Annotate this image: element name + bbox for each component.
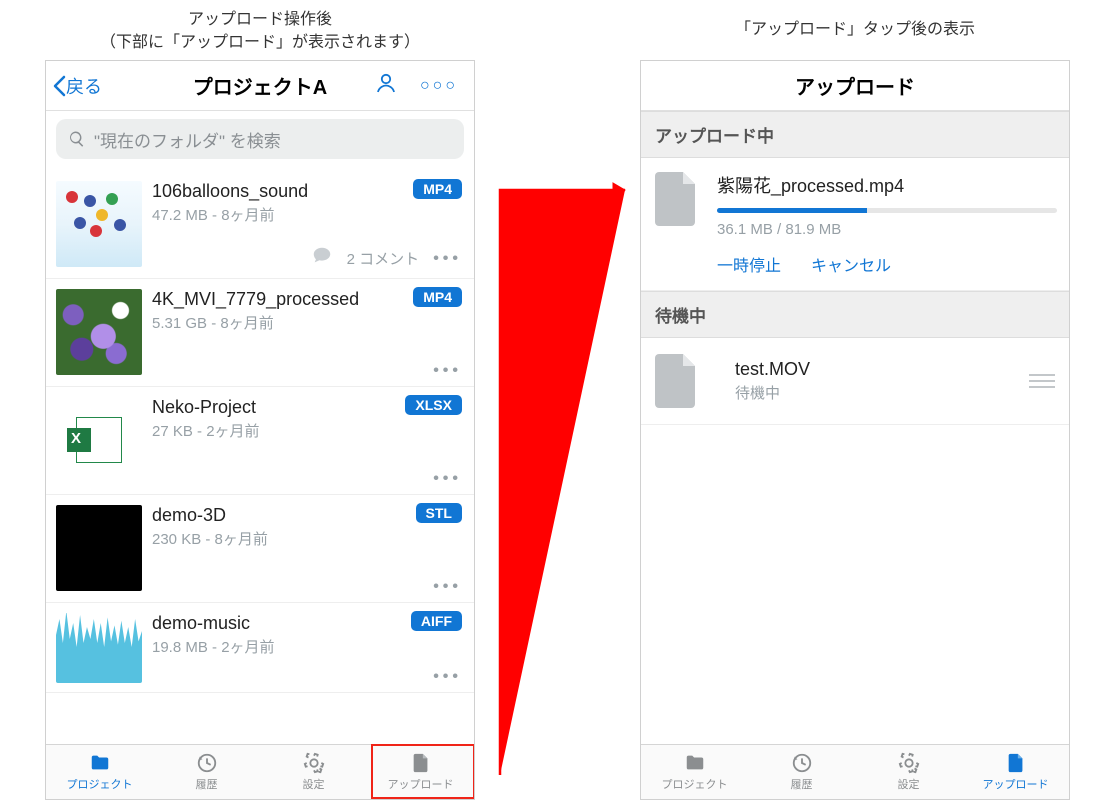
upload-file-name: 紫陽花_processed.mp4 <box>717 172 1057 198</box>
list-item[interactable]: 106balloons_sound 47.2 MB - 8ヶ月前 MP4 2 コ… <box>46 171 474 279</box>
caption-left-2: （下部に「アップロード」が表示されます） <box>45 28 475 52</box>
comment-count: 2 コメント <box>347 248 420 269</box>
arrow-icon <box>475 130 645 810</box>
tab-projects[interactable]: プロジェクト <box>46 745 153 799</box>
list-item[interactable]: 4K_MVI_7779_processed 5.31 GB - 8ヶ月前 MP4… <box>46 279 474 387</box>
pause-button[interactable]: 一時停止 <box>717 252 781 276</box>
file-badge: STL <box>416 503 462 523</box>
tab-settings[interactable]: 設定 <box>260 745 367 799</box>
waiting-status: 待機中 <box>735 382 810 403</box>
search-placeholder: "現在のフォルダ" を検索 <box>94 127 281 152</box>
waiting-file-name: test.MOV <box>735 359 810 380</box>
tab-bar: プロジェクト 履歴 設定 アップロード <box>641 744 1069 799</box>
tab-projects[interactable]: プロジェクト <box>641 745 748 799</box>
progress-fill <box>717 208 867 213</box>
history-icon <box>789 752 815 774</box>
row-more-icon[interactable]: ••• <box>433 578 462 596</box>
file-meta: 230 KB - 8ヶ月前 <box>152 528 462 549</box>
tab-history[interactable]: 履歴 <box>153 745 260 799</box>
gear-icon <box>301 752 327 774</box>
file-list: 106balloons_sound 47.2 MB - 8ヶ月前 MP4 2 コ… <box>46 171 474 693</box>
tab-history[interactable]: 履歴 <box>748 745 855 799</box>
thumbnail <box>56 397 142 483</box>
file-meta: 5.31 GB - 8ヶ月前 <box>152 312 462 333</box>
thumbnail <box>56 181 142 267</box>
phone-right: アップロード アップロード中 紫陽花_processed.mp4 36.1 MB… <box>640 60 1070 800</box>
thumbnail <box>56 289 142 375</box>
file-badge: AIFF <box>411 611 462 631</box>
drag-handle-icon[interactable] <box>1029 370 1055 392</box>
file-icon <box>655 354 699 408</box>
tab-settings[interactable]: 設定 <box>855 745 962 799</box>
back-button[interactable]: 戻る <box>52 73 102 99</box>
back-label: 戻る <box>66 73 102 99</box>
file-badge: XLSX <box>405 395 462 415</box>
waiting-row[interactable]: test.MOV 待機中 <box>641 338 1069 425</box>
file-icon <box>408 752 434 774</box>
navbar: アップロード <box>641 61 1069 111</box>
file-meta: 47.2 MB - 8ヶ月前 <box>152 204 462 225</box>
user-icon[interactable] <box>374 71 398 100</box>
row-more-icon[interactable]: ••• <box>433 470 462 488</box>
upload-size: 36.1 MB / 81.9 MB <box>717 221 1057 238</box>
more-icon[interactable]: ○○○ <box>420 77 458 95</box>
row-more-icon[interactable]: ••• <box>433 668 462 686</box>
list-item[interactable]: demo-music 19.8 MB - 2ヶ月前 AIFF ••• <box>46 603 474 693</box>
thumbnail <box>56 613 142 683</box>
cancel-button[interactable]: キャンセル <box>811 252 891 276</box>
page-title: アップロード <box>641 71 1069 100</box>
file-icon <box>1003 752 1029 774</box>
caption-right: 「アップロード」タップ後の表示 <box>640 15 1070 39</box>
folder-icon <box>87 752 113 774</box>
file-icon <box>655 172 699 226</box>
upload-row: 紫陽花_processed.mp4 36.1 MB / 81.9 MB 一時停止… <box>641 158 1069 291</box>
thumbnail <box>56 505 142 591</box>
gear-icon <box>896 752 922 774</box>
navbar: 戻る プロジェクトA ○○○ <box>46 61 474 111</box>
file-meta: 19.8 MB - 2ヶ月前 <box>152 636 462 657</box>
comment-icon <box>311 245 333 272</box>
file-badge: MP4 <box>413 287 462 307</box>
row-more-icon[interactable]: ••• <box>433 250 462 268</box>
search-wrap: "現在のフォルダ" を検索 <box>46 111 474 171</box>
caption-left-1: アップロード操作後 <box>45 5 475 29</box>
phone-left: 戻る プロジェクトA ○○○ "現在のフォルダ" を検索 106balloons… <box>45 60 475 800</box>
section-uploading: アップロード中 <box>641 111 1069 158</box>
file-badge: MP4 <box>413 179 462 199</box>
folder-icon <box>682 752 708 774</box>
section-waiting: 待機中 <box>641 291 1069 338</box>
tab-upload[interactable]: アップロード <box>367 745 474 799</box>
history-icon <box>194 752 220 774</box>
search-input[interactable]: "現在のフォルダ" を検索 <box>56 119 464 159</box>
progress-bar <box>717 208 1057 213</box>
list-item[interactable]: Neko-Project 27 KB - 2ヶ月前 XLSX ••• <box>46 387 474 495</box>
row-more-icon[interactable]: ••• <box>433 362 462 380</box>
file-meta: 27 KB - 2ヶ月前 <box>152 420 462 441</box>
tab-upload[interactable]: アップロード <box>962 745 1069 799</box>
tab-bar: プロジェクト 履歴 設定 アップロード <box>46 744 474 799</box>
list-item[interactable]: demo-3D 230 KB - 8ヶ月前 STL ••• <box>46 495 474 603</box>
